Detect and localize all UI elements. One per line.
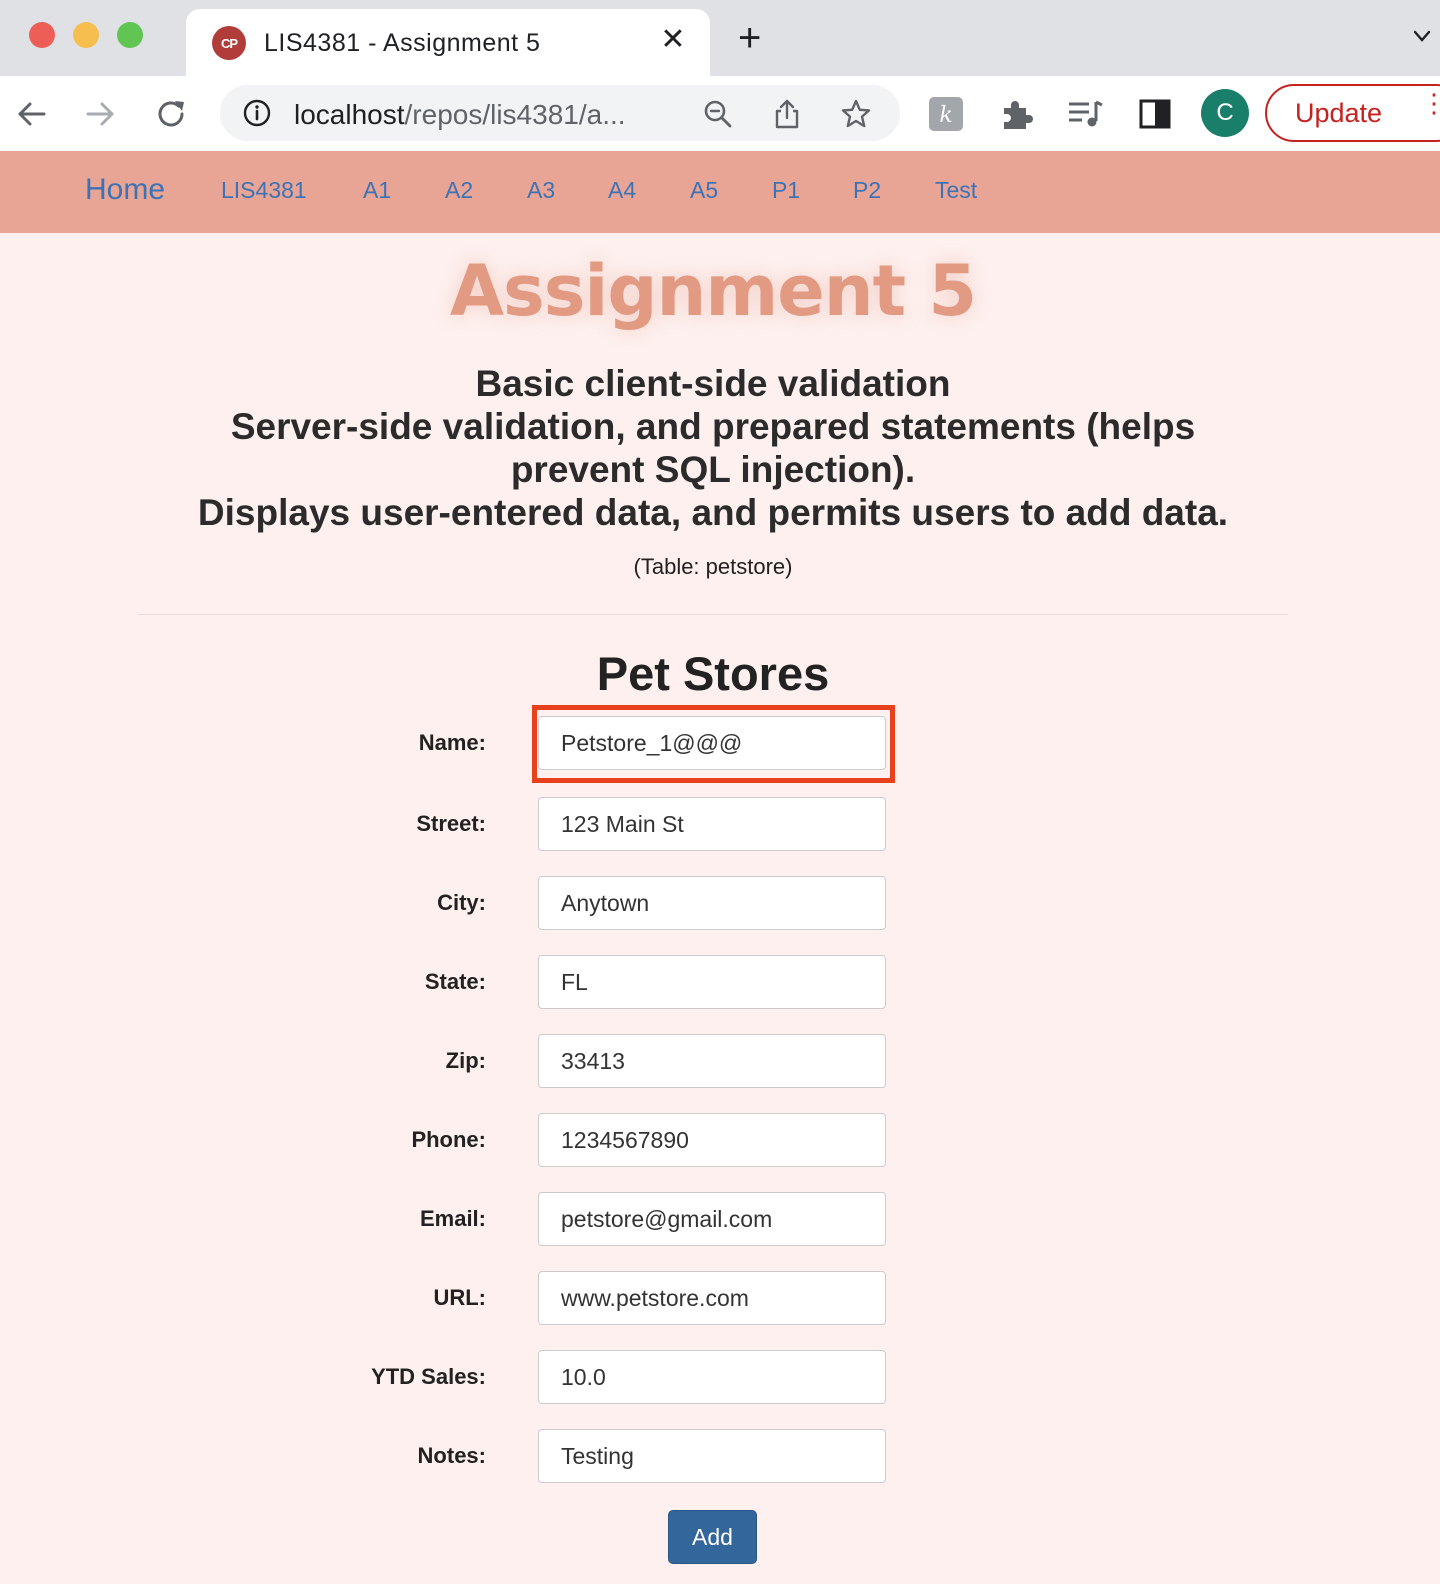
tab-close-icon[interactable]: ✕ xyxy=(656,23,690,57)
address-path: /repos/lis4381/a... xyxy=(404,99,626,130)
window-maximize-button[interactable] xyxy=(117,22,143,48)
svg-text:k: k xyxy=(939,103,952,128)
address-host: localhost xyxy=(294,99,405,130)
form-row-ytd-sales: YTD Sales: xyxy=(0,1350,1440,1406)
phone-label: Phone: xyxy=(411,1127,486,1152)
description-line: prevent SQL injection). xyxy=(510,449,916,490)
name-label: Name: xyxy=(418,730,486,755)
page-title: Assignment 5 xyxy=(449,250,977,332)
back-arrow-icon[interactable] xyxy=(12,94,52,134)
media-queue-icon[interactable] xyxy=(1065,94,1105,134)
info-icon[interactable] xyxy=(242,98,272,128)
section-divider xyxy=(138,614,1288,615)
phone-field[interactable] xyxy=(538,1113,886,1167)
form-row-state: State: xyxy=(0,955,1440,1011)
zip-field[interactable] xyxy=(538,1034,886,1088)
zip-label: Zip: xyxy=(445,1048,486,1073)
form-row-email: Email: xyxy=(0,1192,1440,1248)
form-row-notes: Notes: xyxy=(0,1429,1440,1485)
form-row-phone: Phone: xyxy=(0,1113,1440,1169)
form-row-zip: Zip: xyxy=(0,1034,1440,1090)
nav-link-test[interactable]: Test xyxy=(935,177,977,204)
nav-link-lis4381[interactable]: LIS4381 xyxy=(221,177,307,204)
new-tab-button[interactable]: + xyxy=(738,18,761,58)
notes-field[interactable] xyxy=(538,1429,886,1483)
nav-home-link[interactable]: Home xyxy=(85,173,165,207)
ytd-sales-field[interactable] xyxy=(538,1350,886,1404)
update-button[interactable]: Update ⋮ xyxy=(1265,84,1440,142)
nav-link-a4[interactable]: A4 xyxy=(608,177,636,204)
sidepanel-icon[interactable] xyxy=(1135,94,1175,134)
zoom-icon[interactable] xyxy=(702,98,734,130)
form-row-street: Street: xyxy=(0,797,1440,853)
star-icon[interactable] xyxy=(840,98,872,130)
browser-menu-icon[interactable]: ⋮ xyxy=(1421,90,1440,116)
address-url: localhost/repos/lis4381/a... xyxy=(294,99,626,131)
add-button[interactable]: Add xyxy=(668,1510,757,1564)
assignment-description: Basic client-side validation Server-side… xyxy=(100,362,1326,534)
state-label: State: xyxy=(424,969,486,994)
profile-avatar[interactable]: C xyxy=(1201,89,1249,137)
window-minimize-button[interactable] xyxy=(73,22,99,48)
tab-title: LIS4381 - Assignment 5 xyxy=(264,29,541,57)
ytd-sales-label: YTD Sales: xyxy=(371,1364,486,1389)
forward-arrow-icon[interactable] xyxy=(80,94,120,134)
browser-tab-strip: CP LIS4381 - Assignment 5 ✕ + xyxy=(0,0,1440,76)
form-title: Pet Stores xyxy=(596,647,830,700)
nav-link-a3[interactable]: A3 xyxy=(527,177,555,204)
chevron-down-icon[interactable] xyxy=(1412,26,1432,46)
state-field[interactable] xyxy=(538,955,886,1009)
update-label: Update xyxy=(1295,97,1383,128)
window-close-button[interactable] xyxy=(29,22,55,48)
url-field[interactable] xyxy=(538,1271,886,1325)
nav-link-a5[interactable]: A5 xyxy=(690,177,718,204)
street-field[interactable] xyxy=(538,797,886,851)
browser-tab-active[interactable]: CP LIS4381 - Assignment 5 ✕ xyxy=(186,9,710,76)
reload-icon[interactable] xyxy=(151,94,191,134)
name-field-highlight xyxy=(532,705,895,783)
table-note: (Table: petstore) xyxy=(633,554,793,579)
address-bar[interactable]: localhost/repos/lis4381/a... xyxy=(220,85,900,141)
email-label: Email: xyxy=(419,1206,486,1231)
puzzle-icon[interactable] xyxy=(996,94,1036,134)
tab-favicon-icon: CP xyxy=(212,26,246,60)
city-field[interactable] xyxy=(538,876,886,930)
nav-link-a1[interactable]: A1 xyxy=(363,177,391,204)
form-row-url: URL: xyxy=(0,1271,1440,1327)
city-label: City: xyxy=(437,890,486,915)
description-line: Server-side validation, and prepared sta… xyxy=(230,406,1196,447)
share-icon[interactable] xyxy=(771,98,803,130)
url-label: URL: xyxy=(433,1285,486,1310)
form-row-city: City: xyxy=(0,876,1440,932)
nav-link-p2[interactable]: P2 xyxy=(853,177,881,204)
email-field[interactable] xyxy=(538,1192,886,1246)
description-line: Displays user-entered data, and permits … xyxy=(197,492,1229,533)
browser-toolbar: localhost/repos/lis4381/a... k C Update … xyxy=(0,76,1440,152)
nav-link-p1[interactable]: P1 xyxy=(772,177,800,204)
extension-k-icon[interactable]: k xyxy=(926,94,966,134)
street-label: Street: xyxy=(416,811,486,836)
description-line: Basic client-side validation xyxy=(475,363,951,404)
notes-label: Notes: xyxy=(417,1443,486,1468)
nav-link-a2[interactable]: A2 xyxy=(445,177,473,204)
site-navbar: Home LIS4381 A1 A2 A3 A4 A5 P1 P2 Test xyxy=(0,151,1440,233)
